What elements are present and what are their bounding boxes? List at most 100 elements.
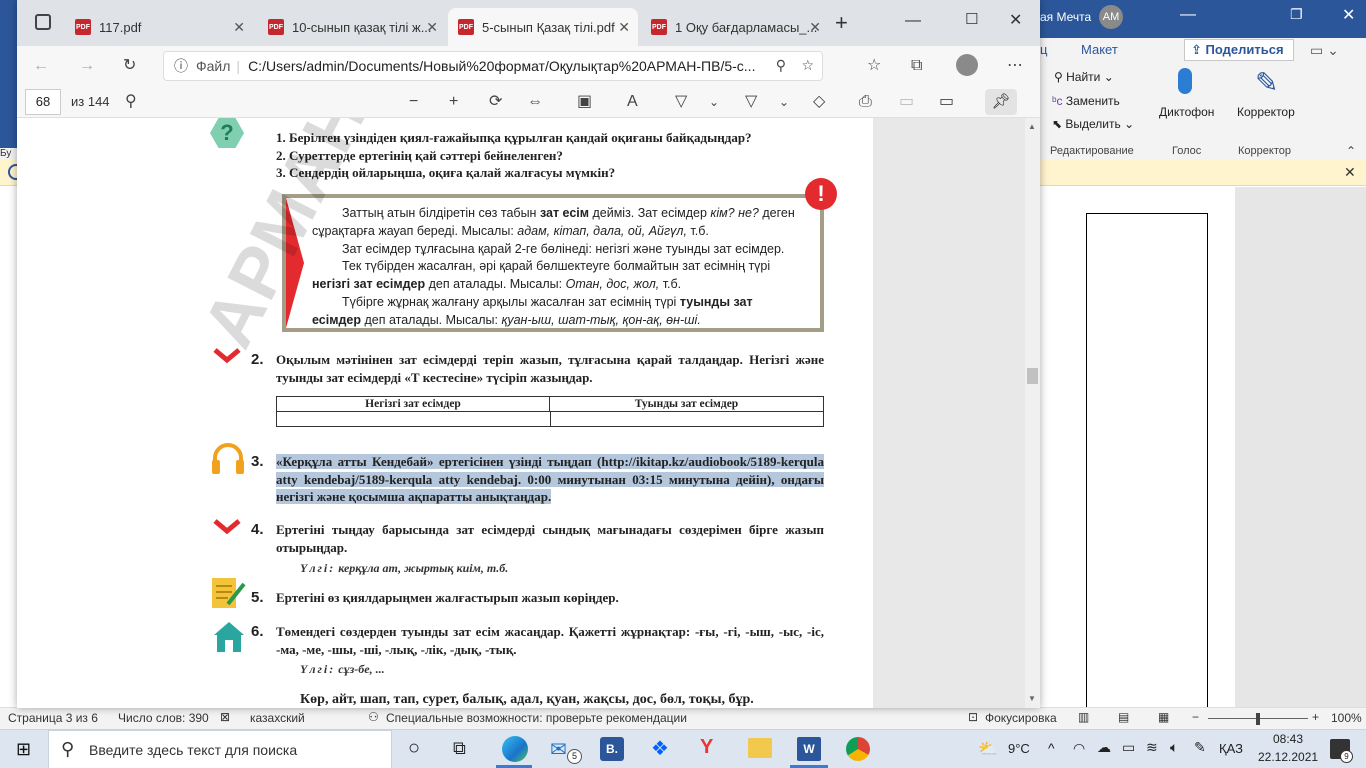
collections-icon[interactable]: ⧉ (911, 56, 922, 76)
tab-5-synyp[interactable]: PDF 5-сынып Қазақ тілі.pdf ✕ (448, 8, 638, 46)
explorer-icon[interactable] (748, 738, 772, 758)
print-icon[interactable]: ⎙ (859, 92, 872, 112)
avatar[interactable]: AM (1099, 5, 1123, 29)
scroll-down-icon[interactable]: ▼ (1028, 694, 1036, 703)
read-aloud-icon[interactable]: A (627, 92, 638, 112)
close-window-icon[interactable]: ✕ (1009, 10, 1022, 30)
page-view-icon[interactable]: ▣ (577, 92, 592, 112)
zoom-in-icon[interactable]: + (449, 92, 458, 112)
draw-dropdown-icon[interactable]: ⌄ (709, 92, 719, 112)
tray-chevron-icon[interactable]: ^ (1048, 740, 1055, 756)
mail-icon[interactable]: ✉ (550, 737, 567, 762)
corrector-button[interactable]: Корректор (1237, 105, 1295, 119)
profile-avatar[interactable] (956, 54, 978, 76)
replace-button[interactable]: ᵇc Заменить (1052, 94, 1120, 108)
close-tab-icon[interactable]: ✕ (426, 19, 438, 36)
close-tab-icon[interactable]: ✕ (809, 19, 821, 36)
cloud-icon[interactable]: ☁ (1097, 739, 1111, 756)
minimize-icon[interactable]: — (1180, 6, 1196, 24)
pen-workspace-icon[interactable]: ✎ (1194, 739, 1206, 756)
close-tab-icon[interactable]: ✕ (618, 19, 630, 36)
weather-icon[interactable]: ⛅ (978, 739, 998, 759)
zoom-in-icon[interactable]: + (1312, 710, 1319, 724)
edge-icon[interactable] (502, 736, 528, 762)
web-layout-icon[interactable]: ▦ (1158, 710, 1169, 724)
comment-icon[interactable]: ▭ ⌄ (1310, 42, 1339, 59)
clock-date[interactable]: 22.12.2021 (1258, 750, 1318, 764)
zoom-icon[interactable]: ⚲ (776, 57, 786, 74)
tab-oku-bagdarlamasy[interactable]: PDF 1 Оқу бағдарламасы_... ✕ (641, 8, 829, 46)
read-mode-icon[interactable]: ▥ (1078, 710, 1089, 724)
status-focus[interactable]: Фокусировка (985, 711, 1057, 725)
restore-icon[interactable]: ❐ (1290, 6, 1303, 23)
eraser-icon[interactable]: ◇ (813, 92, 825, 112)
zoom-slider-thumb[interactable] (1256, 713, 1260, 725)
word-icon[interactable]: W (797, 737, 821, 761)
ribbon-tab-c[interactable]: ц (1040, 42, 1047, 57)
maximize-icon[interactable]: ☐ (965, 10, 978, 28)
close-tab-icon[interactable]: ✕ (233, 19, 245, 36)
print-layout-icon[interactable]: ▤ (1118, 710, 1129, 724)
tab-10-synyp[interactable]: PDF 10-сынып қазақ тілі ж... ✕ (258, 8, 446, 46)
zoom-out-icon[interactable]: − (409, 92, 418, 112)
taskbar-search[interactable]: ⚲ Введите здесь текст для поиска (48, 730, 392, 768)
status-words[interactable]: Число слов: 390 (118, 711, 209, 725)
save-icon[interactable]: ▭ (899, 92, 914, 112)
fit-width-icon[interactable]: ⇔ (527, 92, 543, 112)
status-accessibility[interactable]: Специальные возможности: проверьте реком… (386, 711, 687, 725)
ribbon-tab-maket[interactable]: Макет (1081, 42, 1118, 57)
windows-start-icon[interactable]: ⊞ (16, 739, 31, 760)
scroll-thumb[interactable] (1027, 368, 1038, 384)
pin-toolbar-icon[interactable]: 📌︎ (985, 89, 1017, 115)
input-language[interactable]: ҚАЗ (1219, 741, 1243, 756)
message-close-icon[interactable]: ✕ (1344, 164, 1356, 181)
chrome-icon[interactable] (846, 737, 870, 761)
more-menu-icon[interactable]: ⋯ (1007, 56, 1023, 76)
add-favorite-icon[interactable]: ☆ (801, 57, 814, 74)
status-lang[interactable]: казахский (250, 711, 305, 725)
volume-icon[interactable]: 🔈︎ (1170, 739, 1178, 756)
select-button[interactable]: ⬉ Выделить ⌄ (1052, 117, 1134, 131)
close-icon[interactable]: ✕ (1342, 5, 1355, 25)
dropbox-icon[interactable]: ❖ (651, 736, 669, 761)
forward-icon[interactable]: → (79, 56, 95, 76)
task-view-icon[interactable]: ⧉ (453, 738, 466, 759)
highlight-dropdown-icon[interactable]: ⌄ (779, 92, 789, 112)
highlight-icon[interactable]: ▽ (745, 92, 757, 112)
new-tab-button[interactable]: + (835, 10, 848, 36)
back-icon[interactable]: ← (33, 56, 49, 76)
proofing-icon[interactable]: ⊠ (220, 710, 230, 724)
yandex-icon[interactable]: Y (700, 736, 713, 759)
microphone-icon[interactable] (1178, 68, 1192, 94)
search-icon[interactable]: ⚲ (125, 92, 137, 112)
minimize-icon[interactable]: — (905, 12, 921, 30)
find-button[interactable]: ⚲ Найти ⌄ (1054, 70, 1114, 84)
save-as-icon[interactable]: ▭ (939, 92, 954, 112)
info-icon[interactable]: ⓘ (174, 56, 188, 76)
vertical-scrollbar[interactable]: ▲ ▼ (1025, 118, 1040, 708)
dictophone-button[interactable]: Диктофон (1159, 105, 1214, 119)
clock-time[interactable]: 08:43 (1268, 732, 1308, 746)
cortana-icon[interactable]: ○ (408, 737, 420, 760)
pdf-viewer[interactable]: ? 1. Берілген үзіндіден қиял-ғажайыпқа қ… (17, 118, 1040, 708)
scroll-up-icon[interactable]: ▲ (1028, 122, 1036, 131)
page-number-input[interactable]: 68 (25, 89, 61, 115)
status-zoom[interactable]: 100% (1331, 711, 1362, 725)
bitrix-icon[interactable]: B. (600, 737, 624, 761)
word-document-page[interactable] (1040, 187, 1235, 733)
collapse-ribbon-icon[interactable]: ⌃ (1346, 144, 1356, 158)
refresh-icon[interactable]: ↻ (123, 56, 136, 76)
favorites-icon[interactable]: ☆ (867, 56, 881, 76)
url-field[interactable]: ⓘ Файл | C:/Users/admin/Documents/Новый%… (163, 51, 823, 81)
tab-actions-icon[interactable] (35, 14, 51, 30)
status-page[interactable]: Страница 3 из 6 (8, 711, 98, 725)
share-button[interactable]: ⇪ Поделиться (1184, 39, 1294, 61)
battery-icon[interactable]: ▭ (1122, 739, 1135, 756)
rotate-icon[interactable]: ⟳ (489, 92, 502, 112)
weather-temp[interactable]: 9°C (1008, 741, 1030, 756)
network-icon[interactable]: ◠ (1073, 740, 1085, 757)
zoom-out-icon[interactable]: − (1192, 710, 1199, 724)
draw-icon[interactable]: ▽ (675, 92, 687, 112)
tab-117[interactable]: PDF 117.pdf ✕ (65, 8, 253, 46)
wifi-icon[interactable]: ≋ (1146, 739, 1158, 756)
